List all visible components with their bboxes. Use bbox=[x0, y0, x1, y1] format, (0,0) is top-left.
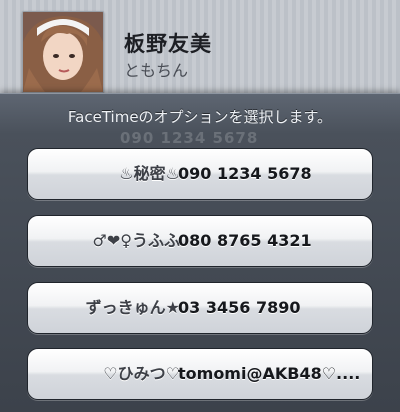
option-label: ずっきゅん★ bbox=[85, 298, 180, 317]
contact-header: 板野友美 ともちん bbox=[0, 0, 400, 100]
contact-name: 板野友美 bbox=[124, 32, 212, 56]
option-value: tomomi@AKB48♡.... bbox=[178, 364, 361, 383]
option-label: ♨秘密♨ bbox=[119, 164, 180, 183]
contact-avatar bbox=[22, 11, 104, 93]
contact-nickname: ともちん bbox=[124, 61, 189, 80]
option-value: 080 8765 4321 bbox=[178, 231, 312, 250]
facetime-option-button[interactable]: ♡ひみつ♡ tomomi@AKB48♡.... bbox=[27, 348, 373, 400]
facetime-option-button[interactable]: ♨秘密♨ 090 1234 5678 bbox=[27, 148, 373, 200]
option-value: 03 3456 7890 bbox=[178, 298, 301, 317]
facetime-option-button[interactable]: ♂❤♀うふふ 080 8765 4321 bbox=[27, 215, 373, 267]
action-sheet-title: FaceTimeのオプションを選択します。 bbox=[67, 108, 333, 126]
avatar-photo bbox=[23, 12, 103, 92]
option-label: ♡ひみつ♡ bbox=[103, 364, 180, 383]
option-label: ♂❤♀うふふ bbox=[92, 231, 180, 250]
option-value: 090 1234 5678 bbox=[178, 164, 312, 183]
facetime-option-button[interactable]: ずっきゅん★ 03 3456 7890 bbox=[27, 282, 373, 334]
background-ghost-number: 090 1234 5678 bbox=[120, 129, 259, 147]
